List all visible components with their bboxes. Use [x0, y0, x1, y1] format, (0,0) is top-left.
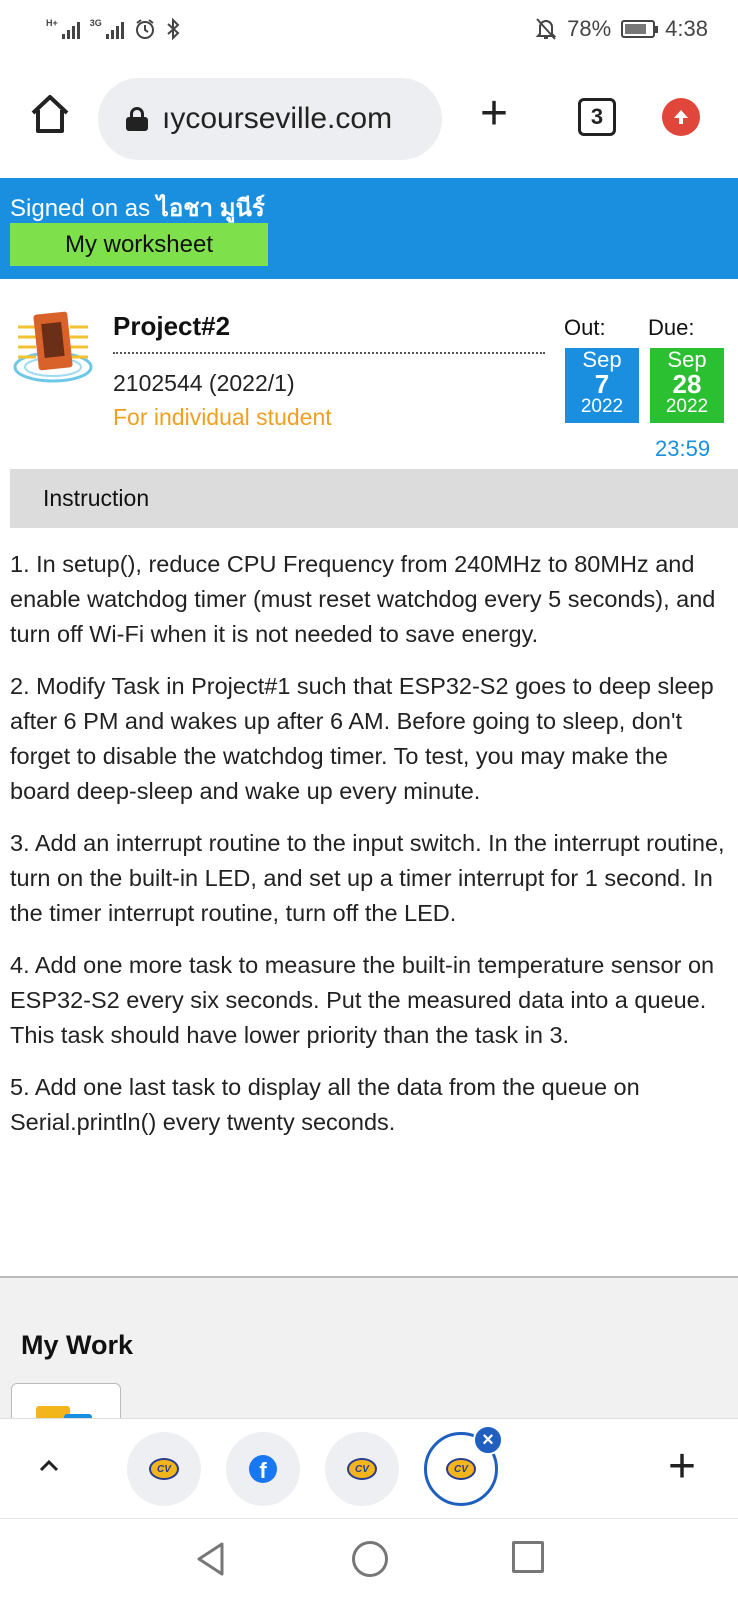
alarm-icon: [135, 19, 154, 39]
due-label: Due:: [648, 315, 695, 340]
status-bar: H+ 3G 78% 4:38: [0, 0, 738, 62]
my-worksheet-button[interactable]: My worksheet: [10, 223, 268, 266]
browser-toolbar: ıycourseville.com + 3: [0, 62, 738, 176]
home-icon[interactable]: [28, 92, 72, 136]
user-name: ไอชา มูนีร์: [156, 195, 265, 222]
instruction-item: 4. Add one more task to measure the buil…: [10, 952, 715, 1048]
add-tab-button[interactable]: +: [668, 1443, 696, 1491]
close-tab-icon[interactable]: ×: [473, 1425, 503, 1455]
course-code: 2102544 (2022/1): [113, 370, 295, 396]
title-divider: [113, 352, 545, 354]
bluetooth-icon: [167, 18, 180, 40]
battery-percent: 78%: [567, 16, 612, 41]
courseville-icon: CV: [347, 1458, 377, 1480]
status-right: 78% 4:38: [535, 16, 708, 42]
submission-card[interactable]: [11, 1383, 121, 1418]
instruction-list: 1. In setup(), reduce CPU Frequency from…: [10, 547, 732, 1157]
instruction-item: 2. Modify Task in Project#1 such that ES…: [10, 673, 714, 804]
tab-courseville-active[interactable]: CV ×: [424, 1425, 503, 1506]
out-date-badge: Sep 7 2022: [565, 348, 639, 423]
signed-prefix: Signed on as: [10, 195, 151, 222]
new-tab-button[interactable]: +: [480, 90, 508, 138]
courseville-icon: CV: [149, 1458, 179, 1480]
system-nav-bar: [0, 1518, 738, 1600]
due-year: 2022: [665, 396, 709, 417]
tab-switcher-button[interactable]: 3: [578, 98, 616, 136]
lock-icon: [126, 107, 148, 131]
status-left: H+ 3G: [46, 18, 180, 40]
recent-apps-icon[interactable]: [512, 1541, 544, 1573]
signal-2-label: 3G: [89, 18, 102, 28]
tab-courseville-1[interactable]: CV: [127, 1432, 201, 1506]
instruction-heading: Instruction: [43, 485, 150, 511]
mute-bell-icon: [535, 18, 557, 40]
url-text: ıycourseville.com: [162, 102, 393, 135]
address-bar[interactable]: ıycourseville.com: [98, 78, 442, 160]
update-arrow-icon[interactable]: [662, 98, 700, 136]
instruction-item: 3. Add an interrupt routine to the input…: [10, 830, 725, 926]
signed-in-text: Signed on as ไอชา มูนีร์: [10, 188, 265, 227]
signal-1-icon: H+: [46, 19, 80, 39]
tab-courseville-2[interactable]: CV: [325, 1432, 399, 1506]
due-time: 23:59: [655, 436, 711, 461]
due-date-badge: Sep 28 2022: [650, 348, 724, 423]
out-day: 7: [594, 369, 610, 399]
tab-facebook[interactable]: f: [226, 1432, 300, 1506]
battery-icon: [621, 20, 659, 38]
instruction-item: 1. In setup(), reduce CPU Frequency from…: [10, 551, 716, 647]
out-year: 2022: [580, 396, 624, 417]
back-icon[interactable]: [194, 1541, 228, 1577]
chevron-up-icon[interactable]: [38, 1455, 60, 1477]
browser-tab-bar: CV f CV CV × +: [0, 1418, 738, 1518]
clock: 4:38: [665, 16, 708, 41]
instruction-item: 5. Add one last task to display all the …: [10, 1074, 640, 1135]
instruction-header: Instruction: [10, 469, 738, 528]
signal-2-icon: 3G: [90, 19, 124, 39]
my-work-heading: My Work: [21, 1330, 134, 1360]
facebook-icon: f: [249, 1455, 277, 1483]
my-work-section: My Work: [0, 1276, 738, 1418]
signal-1-label: H+: [46, 18, 58, 28]
signed-in-banner: Signed on as ไอชา มูนีร์ My worksheet: [0, 178, 738, 279]
file-upload-icon: [36, 1406, 92, 1418]
courseville-icon: CV: [446, 1458, 476, 1480]
audience-label: For individual student: [113, 404, 332, 430]
out-label: Out:: [564, 315, 606, 340]
due-day: 28: [672, 369, 702, 399]
project-title: Project#2: [113, 311, 231, 341]
project-chip-icon: [13, 311, 93, 383]
home-circle-icon[interactable]: [352, 1541, 388, 1577]
